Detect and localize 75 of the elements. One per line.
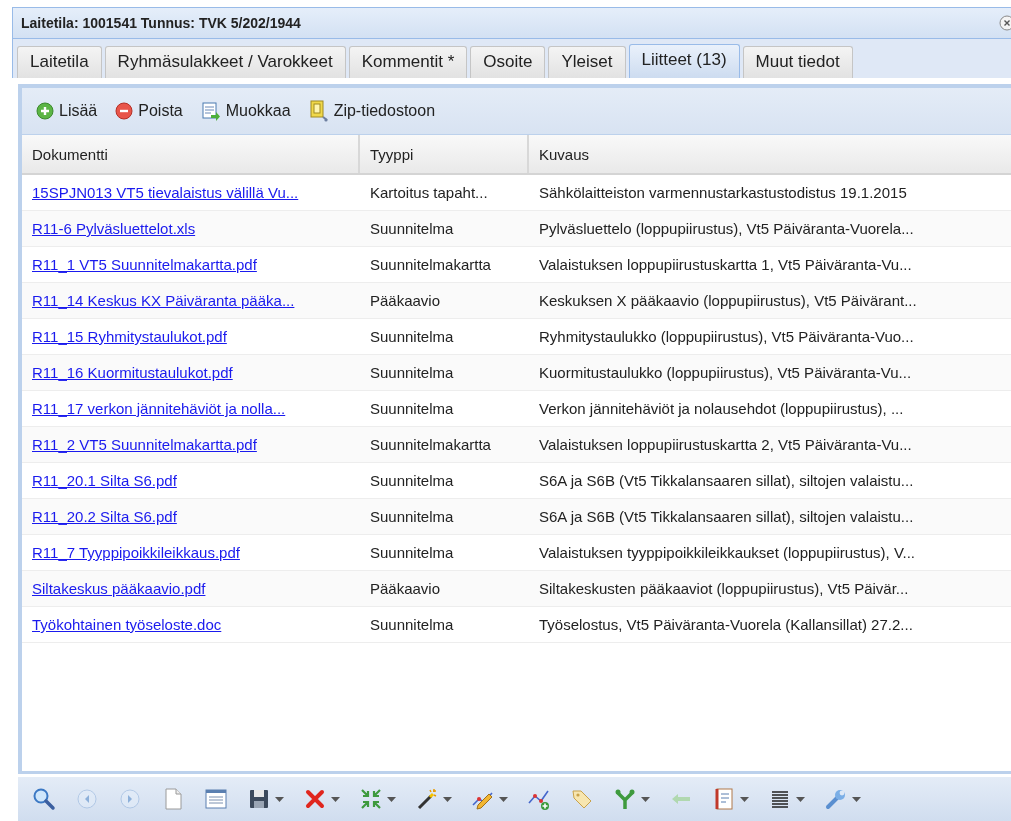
document-link[interactable]: Työkohtainen työseloste.doc: [32, 616, 222, 633]
tab[interactable]: Kommentit *: [348, 46, 468, 78]
shrink-arrows-icon[interactable]: [359, 787, 383, 811]
caret-icon[interactable]: [852, 796, 861, 802]
column-header[interactable]: Kuvaus: [529, 135, 1011, 173]
document-link[interactable]: R11_14 Keskus KX Päiväranta pääka...: [32, 292, 295, 309]
document-link[interactable]: R11_17 verkon jännitehäviöt ja nolla...: [32, 400, 286, 417]
caret-icon[interactable]: [641, 796, 650, 802]
table-cell-text: Verkon jännitehäviöt ja nolausehdot (loppupiirustus), ...: [538, 399, 905, 419]
search-icon[interactable]: [32, 787, 56, 811]
table-cell-text: Keskuksen X pääkaavio (loppupiirustus), Vt5 Päivärant...: [538, 291, 918, 311]
document-link[interactable]: R11-6 Pylväsluettelot.xls: [32, 220, 196, 237]
column-header[interactable]: Dokumentti: [22, 135, 360, 173]
window-title: Laitetila: 1001541 Tunnus: TVK 5/202/1944: [21, 15, 301, 31]
table-cell-text: Suunnitelma: [369, 327, 455, 347]
document-link[interactable]: R11_16 Kuormitustaulukot.pdf: [32, 364, 233, 381]
table-cell-text: Suunnitelmakartta: [369, 255, 492, 275]
tab[interactable]: Laitetila: [17, 46, 102, 78]
caret-icon[interactable]: [796, 796, 805, 802]
edit-button[interactable]: Muokkaa: [194, 98, 297, 124]
close-icon[interactable]: [997, 14, 1011, 32]
table-cell-text: Pääkaavio: [369, 291, 442, 311]
tab[interactable]: Ryhmäsulakkeet / Varokkeet: [104, 46, 346, 78]
tab[interactable]: Liitteet (13): [628, 44, 740, 78]
table-cell-text: S6A ja S6B (Vt5 Tikkalansaaren sillat), siltojen valaistu...: [538, 471, 915, 491]
document-link[interactable]: R11_20.2 Silta S6.pdf: [32, 508, 177, 525]
magic-wand-icon[interactable]: [415, 787, 439, 811]
table-cell-text: Suunnitelma: [369, 399, 455, 419]
table-cell-text: Suunnitelma: [369, 615, 455, 635]
zip-folder-icon: [308, 100, 329, 122]
delete-icon[interactable]: [303, 787, 327, 811]
caret-icon[interactable]: [499, 796, 508, 802]
table-cell-text: Sähkölaitteiston varmennustarkastustodistus 19.1.2015: [538, 183, 908, 203]
wrench-icon[interactable]: [824, 787, 848, 811]
remove-icon: [115, 102, 134, 120]
remove-button[interactable]: Poista: [109, 98, 189, 124]
fork-icon[interactable]: [613, 787, 637, 811]
table-cell-text: Siltakeskusten pääkaaviot (loppupiirustus), Vt5 Päivär...: [538, 579, 910, 599]
table-cell-text: Suunnitelma: [369, 363, 455, 383]
table-cell-text: Työselostus, Vt5 Päiväranta-Vuorela (Kallansillat) 27.2...: [538, 615, 914, 635]
table-cell-text: Suunnitelma: [369, 471, 455, 491]
document-link[interactable]: R11_15 Ryhmitystaulukot.pdf: [32, 328, 227, 345]
caret-icon[interactable]: [331, 796, 340, 802]
table-cell-text: Kartoitus tapaht...: [369, 183, 489, 203]
document-link[interactable]: R11_20.1 Silta S6.pdf: [32, 472, 177, 489]
document-link[interactable]: R11_7 Tyyppipoikkileikkaus.pdf: [32, 544, 240, 561]
document-link[interactable]: R11_2 VT5 Suunnitelmakartta.pdf: [32, 436, 257, 453]
caret-icon[interactable]: [387, 796, 396, 802]
list-icon[interactable]: [204, 787, 228, 811]
add-button[interactable]: Lisää: [30, 98, 104, 124]
caret-icon[interactable]: [275, 796, 284, 802]
tab[interactable]: Osoite: [470, 46, 546, 78]
table-cell-text: Pääkaavio: [369, 579, 442, 599]
table-cell-text: Suunnitelma: [369, 507, 455, 527]
caret-icon[interactable]: [740, 796, 749, 802]
table-cell-text: Ryhmitystaulukko (loppupiirustus), Vt5 Päiväranta-Vuo...: [538, 327, 915, 347]
caret-icon[interactable]: [443, 796, 452, 802]
document-link[interactable]: R11_1 VT5 Suunnitelmakartta.pdf: [32, 256, 257, 273]
document-link[interactable]: 15SPJN013 VT5 tievalaistus välillä Vu...: [32, 184, 299, 201]
document-link[interactable]: Siltakeskus pääkaavio.pdf: [32, 580, 206, 597]
zip-button[interactable]: Zip-tiedostoon: [302, 98, 442, 124]
table-cell-text: Suunnitelma: [369, 543, 455, 563]
document-edit-icon: [200, 101, 221, 121]
table-cell-text: Valaistuksen loppupiirustuskartta 2, Vt5 Päiväranta-Vu...: [538, 435, 913, 455]
table-cell-text: S6A ja S6B (Vt5 Tikkalansaaren sillat), siltojen valaistu...: [538, 507, 915, 527]
table-cell-text: Suunnitelmakartta: [369, 435, 492, 455]
table-cell-text: Valaistuksen tyyppipoikkileikkaukset (loppupiirustus), V...: [538, 543, 917, 563]
table-cell-text: Valaistuksen loppupiirustuskartta 1, Vt5 Päiväranta-Vu...: [538, 255, 913, 275]
table-cell-text: Pylväsluettelo (loppupiirustus), Vt5 Päiväranta-Vuorela...: [538, 219, 915, 239]
tab[interactable]: Yleiset: [548, 46, 626, 78]
tab[interactable]: Muut tiedot: [742, 46, 853, 78]
table-cell-text: Suunnitelma: [369, 219, 455, 239]
table-cell-text: Kuormitustaulukko (loppupiirustus), Vt5 Päiväranta-Vu...: [538, 363, 913, 383]
add-icon: [36, 102, 54, 120]
column-header[interactable]: Tyyppi: [360, 135, 529, 173]
